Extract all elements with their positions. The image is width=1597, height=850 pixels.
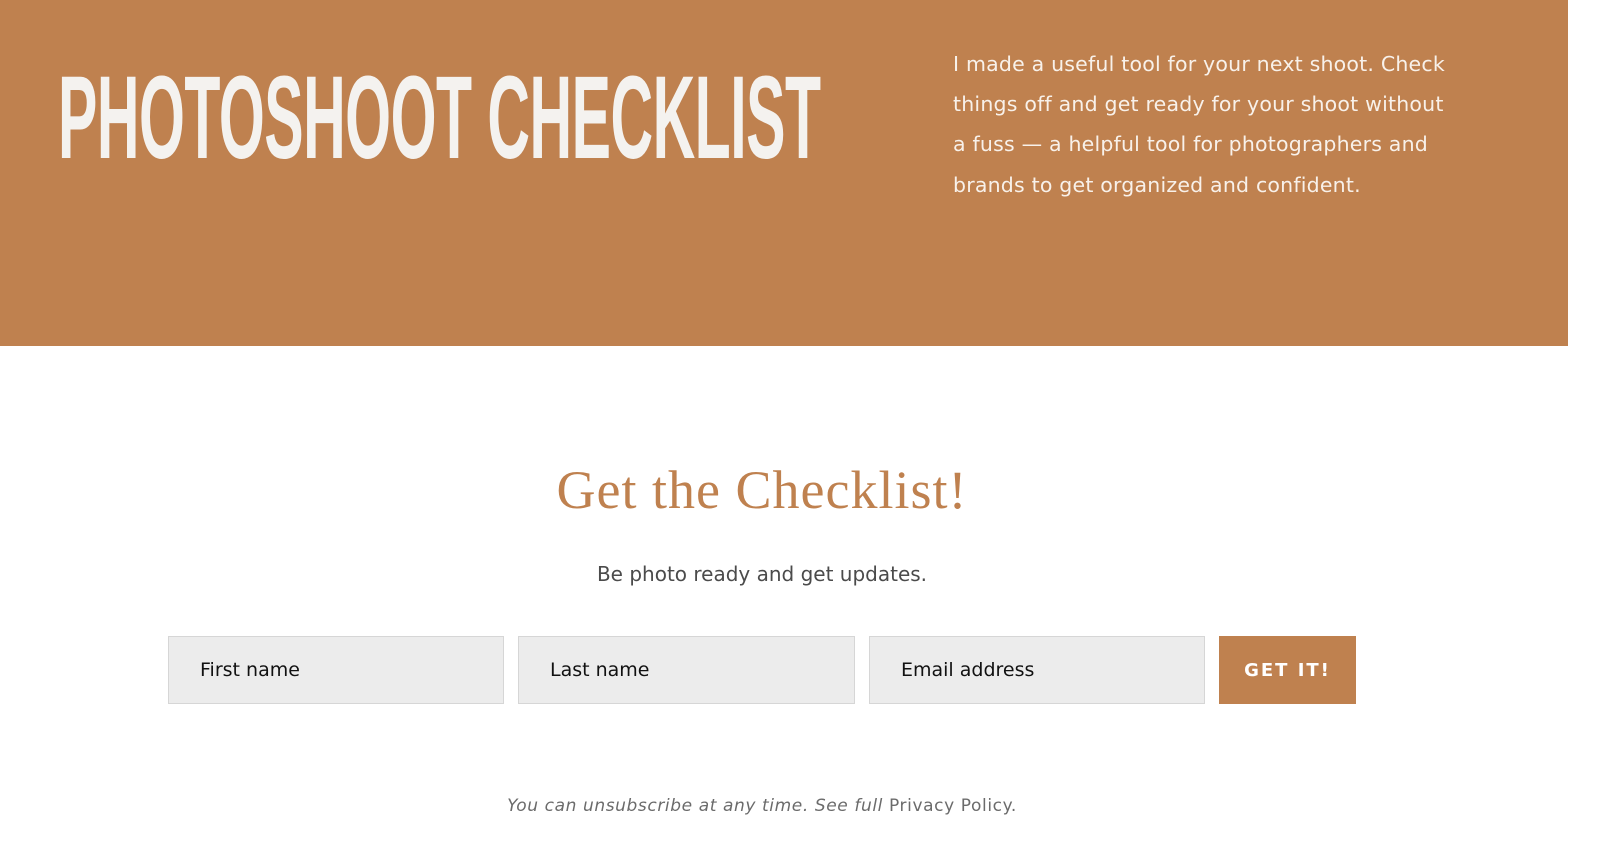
signup-heading: Get the Checklist! [556, 460, 968, 520]
signup-subheading: Be photo ready and get updates. [596, 562, 928, 586]
privacy-note: You can unsubscribe at any time. See ful… [0, 791, 1524, 821]
privacy-note-text: You can unsubscribe at any time. See ful… [507, 796, 883, 816]
email-input[interactable] [869, 636, 1205, 704]
hero-banner: PHOTOSHOOT CHECKLIST I made a useful too… [0, 0, 1568, 346]
get-it-button[interactable]: GET IT! [1219, 636, 1356, 704]
privacy-note-period: . [1010, 796, 1017, 816]
page-title: PHOTOSHOOT CHECKLIST [58, 52, 821, 184]
hero-description: I made a useful tool for your next shoot… [953, 52, 1445, 197]
privacy-policy-link[interactable]: Privacy Policy [889, 796, 1011, 816]
last-name-input[interactable] [518, 636, 855, 704]
first-name-input[interactable] [168, 636, 504, 704]
